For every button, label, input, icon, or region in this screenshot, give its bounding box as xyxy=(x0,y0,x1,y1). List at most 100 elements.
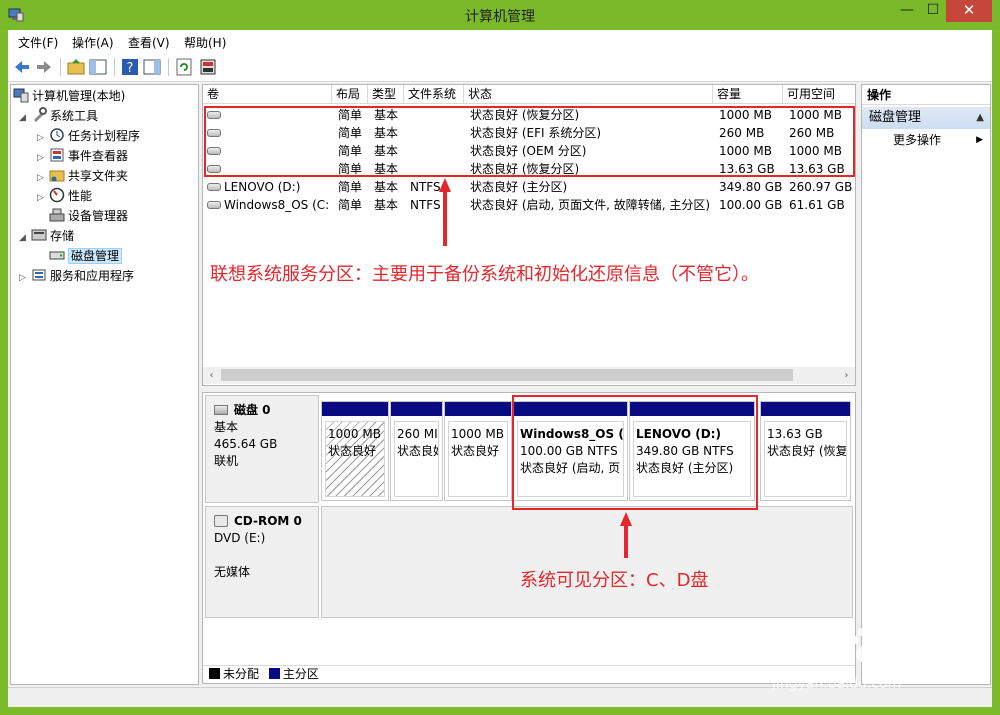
tree-item-storage[interactable]: ◢ 存储 xyxy=(19,227,74,245)
menu-action[interactable]: 操作(A) xyxy=(72,34,114,51)
partition-oem[interactable]: 1000 MB 状态良好 xyxy=(444,401,512,501)
column-header-filesystem[interactable]: 文件系统 xyxy=(404,85,464,104)
volume-name: Windows8_OS (C:) xyxy=(224,198,330,212)
cdrom-0-label[interactable]: CD-ROM 0 DVD (E:) 无媒体 xyxy=(205,506,319,618)
menu-view[interactable]: 查看(V) xyxy=(128,34,170,51)
help-icon[interactable]: ? xyxy=(120,57,140,77)
partition-status: 状态良好 (恢复 xyxy=(767,444,847,458)
tree-item-root[interactable]: 计算机管理(本地) xyxy=(13,87,125,105)
tree-collapsed-icon[interactable]: ▷ xyxy=(37,189,49,207)
tree-label: 磁盘管理 xyxy=(68,248,123,264)
table-cell-free: 260.97 GB xyxy=(789,180,853,194)
table-row[interactable]: LENOVO (D:) 简单 基本 NTFS 状态良好 (主分区) 349.80 GB 26… xyxy=(203,178,855,196)
partition-size: 260 MI xyxy=(397,427,438,441)
partition-recovery-1[interactable]: 1000 MB 状态良好 xyxy=(321,401,389,501)
horizontal-scrollbar[interactable]: ‹ › xyxy=(203,367,855,384)
minimize-button[interactable]: — xyxy=(894,0,920,22)
refresh-icon[interactable] xyxy=(174,57,194,77)
hard-disk-icon xyxy=(214,405,228,415)
table-cell-layout: 简单 xyxy=(338,198,363,212)
window-title: 计算机管理 xyxy=(465,9,535,25)
annotation-text-visible-partitions: 系统可见分区：C、D盘 xyxy=(520,570,709,591)
device-manager-icon xyxy=(49,208,65,222)
actions-header: 操作 xyxy=(862,85,990,105)
tree-item-performance[interactable]: ▷ 性能 xyxy=(37,187,92,205)
tree-collapsed-icon[interactable]: ▷ xyxy=(37,169,49,187)
svg-text:?: ? xyxy=(127,61,134,76)
partition-recovery-2[interactable]: 13.63 GB 状态良好 (恢复 xyxy=(760,401,851,501)
column-header-free-space[interactable]: 可用空间 xyxy=(783,85,855,104)
tree-item-event-viewer[interactable]: ▷ 事件查看器 xyxy=(37,147,128,165)
menu-help[interactable]: 帮助(H) xyxy=(184,34,226,51)
annotation-box-visible-partitions xyxy=(512,395,758,510)
tools-icon xyxy=(34,107,47,122)
close-button[interactable]: ✕ xyxy=(946,0,992,22)
table-cell-fs: NTFS xyxy=(410,198,441,212)
toolbar: ? xyxy=(8,52,992,82)
back-arrow-icon[interactable] xyxy=(12,57,32,77)
maximize-button[interactable]: ☐ xyxy=(920,0,946,22)
column-header-capacity[interactable]: 容量 xyxy=(713,85,783,104)
properties-pane-icon[interactable] xyxy=(142,57,162,77)
tree-label: 共享文件夹 xyxy=(68,169,129,183)
menu-file[interactable]: 文件(F) xyxy=(18,34,58,51)
title-bar[interactable]: 计算机管理 — ☐ ✕ xyxy=(0,0,1000,30)
tree-item-disk-management[interactable]: 磁盘管理 xyxy=(49,247,123,265)
column-header-status[interactable]: 状态 xyxy=(464,85,713,104)
tree-label: 设备管理器 xyxy=(68,209,129,223)
disk-state: 联机 xyxy=(214,454,239,468)
volume-name: LENOVO (D:) xyxy=(224,180,301,194)
tree-label: 服务和应用程序 xyxy=(50,269,135,283)
tree-collapsed-icon[interactable]: ▷ xyxy=(19,269,31,287)
scrollbar-thumb[interactable] xyxy=(221,369,793,381)
storage-icon xyxy=(31,229,47,241)
tree-label: 系统工具 xyxy=(50,109,99,123)
cdrom-drive: DVD (E:) xyxy=(214,531,266,545)
event-viewer-icon xyxy=(50,148,64,162)
tree-label: 存储 xyxy=(50,229,75,243)
partition-status: 状态良好 xyxy=(451,444,500,458)
column-header-volume[interactable]: 卷 xyxy=(203,85,332,104)
tree-item-services-apps[interactable]: ▷ 服务和应用程序 xyxy=(19,267,134,285)
scroll-right-icon[interactable]: › xyxy=(838,367,855,384)
legend-unallocated-label: 未分配 xyxy=(223,667,260,681)
tree-item-shared-folders[interactable]: ▷ 共享文件夹 xyxy=(37,167,128,185)
actions-section-disk-management[interactable]: 磁盘管理 ▲ xyxy=(862,107,990,129)
tree-label: 任务计划程序 xyxy=(68,129,141,143)
collapse-up-icon[interactable]: ▲ xyxy=(976,107,984,129)
performance-icon xyxy=(49,187,65,203)
up-folder-icon[interactable] xyxy=(66,57,86,77)
forward-arrow-icon[interactable] xyxy=(34,57,54,77)
tree-item-system-tools[interactable]: ◢ 系统工具 xyxy=(19,107,98,125)
submenu-arrow-icon: ▶ xyxy=(976,135,983,145)
watermark-brand: Bai xyxy=(770,622,842,668)
table-cell-status: 状态良好 (主分区) xyxy=(470,180,568,194)
tree-item-device-manager[interactable]: 设备管理器 xyxy=(49,207,128,225)
scroll-left-icon[interactable]: ‹ xyxy=(203,367,220,384)
menu-bar: 文件(F) 操作(A) 查看(V) 帮助(H) xyxy=(8,30,992,52)
table-cell-status: 状态良好 (启动, 页面文件, 故障转储, 主分区) xyxy=(470,198,711,212)
disk-properties-icon[interactable] xyxy=(198,57,218,77)
more-actions-item[interactable]: 更多操作 ▶ xyxy=(862,129,990,151)
volume-list-header: 卷 布局 类型 文件系统 状态 容量 可用空间 xyxy=(203,85,855,104)
cdrom-0-area[interactable] xyxy=(321,506,853,618)
cdrom-icon xyxy=(214,515,228,527)
more-actions-label: 更多操作 xyxy=(893,133,942,147)
disk-0-label[interactable]: 磁盘 0 基本 465.64 GB 联机 xyxy=(205,395,319,503)
tree-item-task-scheduler[interactable]: ▷ 任务计划程序 xyxy=(37,127,140,145)
tree-collapsed-icon[interactable]: ▷ xyxy=(37,129,49,147)
column-header-layout[interactable]: 布局 xyxy=(332,85,368,104)
shared-folder-icon xyxy=(49,170,65,182)
partition-efi[interactable]: 260 MI 状态良好 xyxy=(390,401,443,501)
show-hide-console-tree-icon[interactable] xyxy=(88,57,108,77)
tree-collapsed-icon[interactable]: ▷ xyxy=(37,149,49,167)
actions-pane: 操作 磁盘管理 ▲ 更多操作 ▶ xyxy=(861,84,991,685)
column-header-type[interactable]: 类型 xyxy=(368,85,404,104)
cdrom-name: CD-ROM 0 xyxy=(234,514,302,528)
tree-expanded-icon[interactable]: ◢ xyxy=(19,109,31,127)
tree-expanded-icon[interactable]: ◢ xyxy=(19,229,31,247)
table-row[interactable]: Windows8_OS (C:) 简单 基本 NTFS 状态良好 (启动, 页面文件, … xyxy=(203,196,855,214)
paw-logo-icon xyxy=(851,628,882,663)
annotation-box-service-partitions xyxy=(204,106,855,177)
legend: 未分配 主分区 xyxy=(203,665,855,683)
